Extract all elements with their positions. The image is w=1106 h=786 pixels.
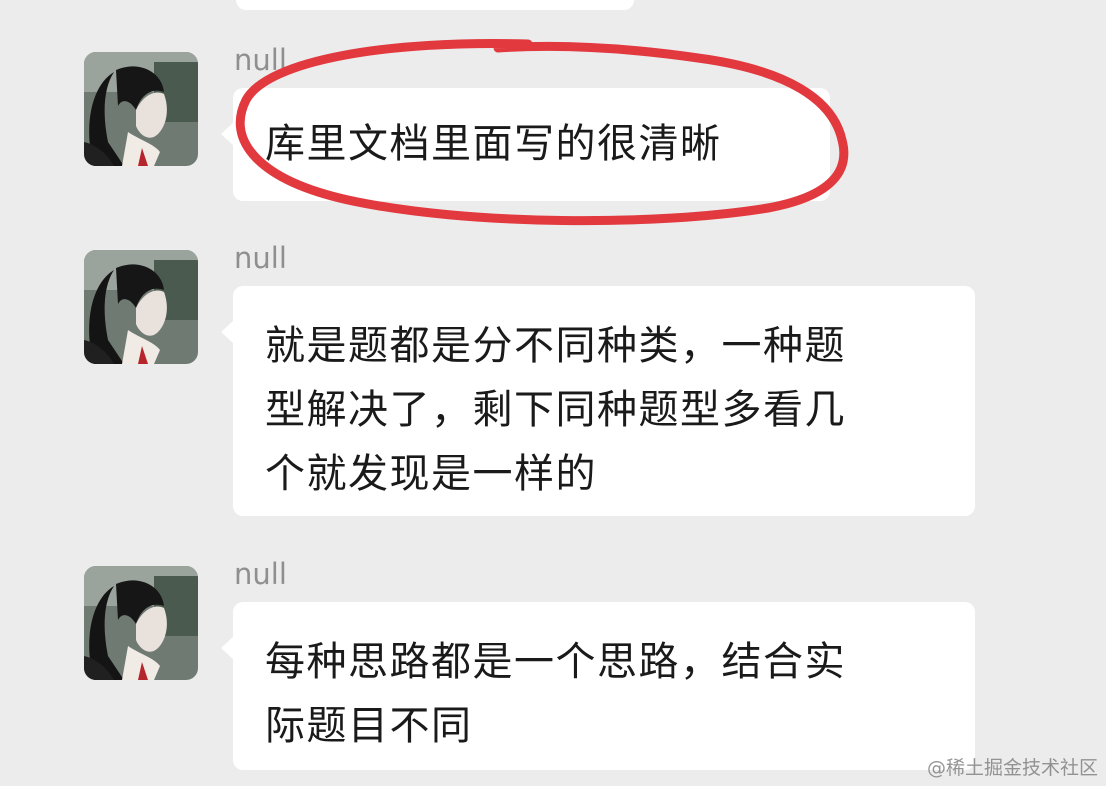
previous-message-bubble: [236, 0, 634, 10]
message-text: 就是题都是分不同种类，一种题 型解决了，剩下同种题型多看几 个就发现是一样的: [265, 323, 846, 497]
sender-name: null: [234, 241, 287, 275]
message-bubble[interactable]: 每种思路都是一个思路，结合实 际题目不同: [221, 602, 975, 770]
user-avatar-icon: [84, 52, 198, 166]
message-bubble[interactable]: 就是题都是分不同种类，一种题 型解决了，剩下同种题型多看几 个就发现是一样的: [221, 286, 975, 516]
user-avatar-icon: [84, 566, 198, 680]
message-text: 库里文档里面写的很清晰: [265, 121, 722, 167]
user-avatar-icon: [84, 250, 198, 364]
message-bubble[interactable]: 库里文档里面写的很清晰: [221, 88, 830, 201]
sender-name: null: [234, 557, 287, 591]
sender-avatar[interactable]: [84, 566, 198, 680]
sender-avatar[interactable]: [84, 250, 198, 364]
sender-avatar[interactable]: [84, 52, 198, 166]
sender-name: null: [234, 43, 287, 77]
watermark: @稀土掘金技术社区: [926, 757, 1098, 779]
message-text: 每种思路都是一个思路，结合实 际题目不同: [265, 639, 846, 749]
